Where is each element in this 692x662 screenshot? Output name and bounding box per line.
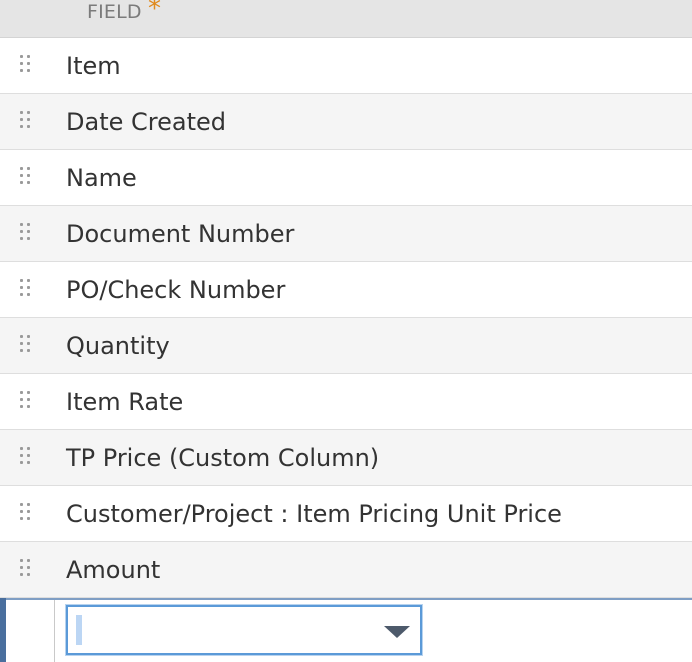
- fields-grid: FIELD * Item Date Created Name Document …: [0, 0, 692, 662]
- active-row-marker: [0, 598, 6, 662]
- field-row[interactable]: Date Created: [0, 94, 692, 150]
- field-row-label: Document Number: [66, 220, 295, 248]
- field-row-label: Item: [66, 52, 121, 80]
- drag-handle-icon[interactable]: [18, 279, 32, 301]
- field-row[interactable]: Quantity: [0, 318, 692, 374]
- field-row-label: Item Rate: [66, 388, 184, 416]
- field-row-label: TP Price (Custom Column): [66, 444, 380, 472]
- field-row[interactable]: Amount: [0, 542, 692, 598]
- field-select-dropdown[interactable]: [66, 605, 422, 655]
- field-row[interactable]: TP Price (Custom Column): [0, 430, 692, 486]
- field-row[interactable]: Name: [0, 150, 692, 206]
- drag-handle-icon[interactable]: [18, 167, 32, 189]
- drag-handle-icon[interactable]: [18, 391, 32, 413]
- field-select-input[interactable]: [76, 615, 82, 645]
- field-row-label: Amount: [66, 556, 161, 584]
- new-field-row[interactable]: [0, 598, 692, 662]
- drag-handle-icon[interactable]: [18, 335, 32, 357]
- drag-handle-icon[interactable]: [18, 447, 32, 469]
- field-row[interactable]: PO/Check Number: [0, 262, 692, 318]
- field-row[interactable]: Item Rate: [0, 374, 692, 430]
- field-row[interactable]: Customer/Project : Item Pricing Unit Pri…: [0, 486, 692, 542]
- drag-handle-icon[interactable]: [18, 559, 32, 581]
- drag-handle-icon[interactable]: [18, 55, 32, 77]
- field-row-label: Quantity: [66, 332, 170, 360]
- drag-handle-icon[interactable]: [18, 223, 32, 245]
- field-row-label: Date Created: [66, 108, 226, 136]
- required-indicator: *: [148, 0, 161, 24]
- field-row-label: Customer/Project : Item Pricing Unit Pri…: [66, 500, 562, 528]
- drag-handle-icon[interactable]: [18, 503, 32, 525]
- chevron-down-icon[interactable]: [384, 626, 410, 638]
- field-column-header: FIELD: [87, 1, 142, 23]
- column-divider: [54, 600, 55, 662]
- field-row[interactable]: Document Number: [0, 206, 692, 262]
- field-row-label: Name: [66, 164, 137, 192]
- drag-handle-icon[interactable]: [18, 111, 32, 133]
- column-header: FIELD *: [0, 0, 692, 38]
- field-row-label: PO/Check Number: [66, 276, 286, 304]
- field-row[interactable]: Item: [0, 38, 692, 94]
